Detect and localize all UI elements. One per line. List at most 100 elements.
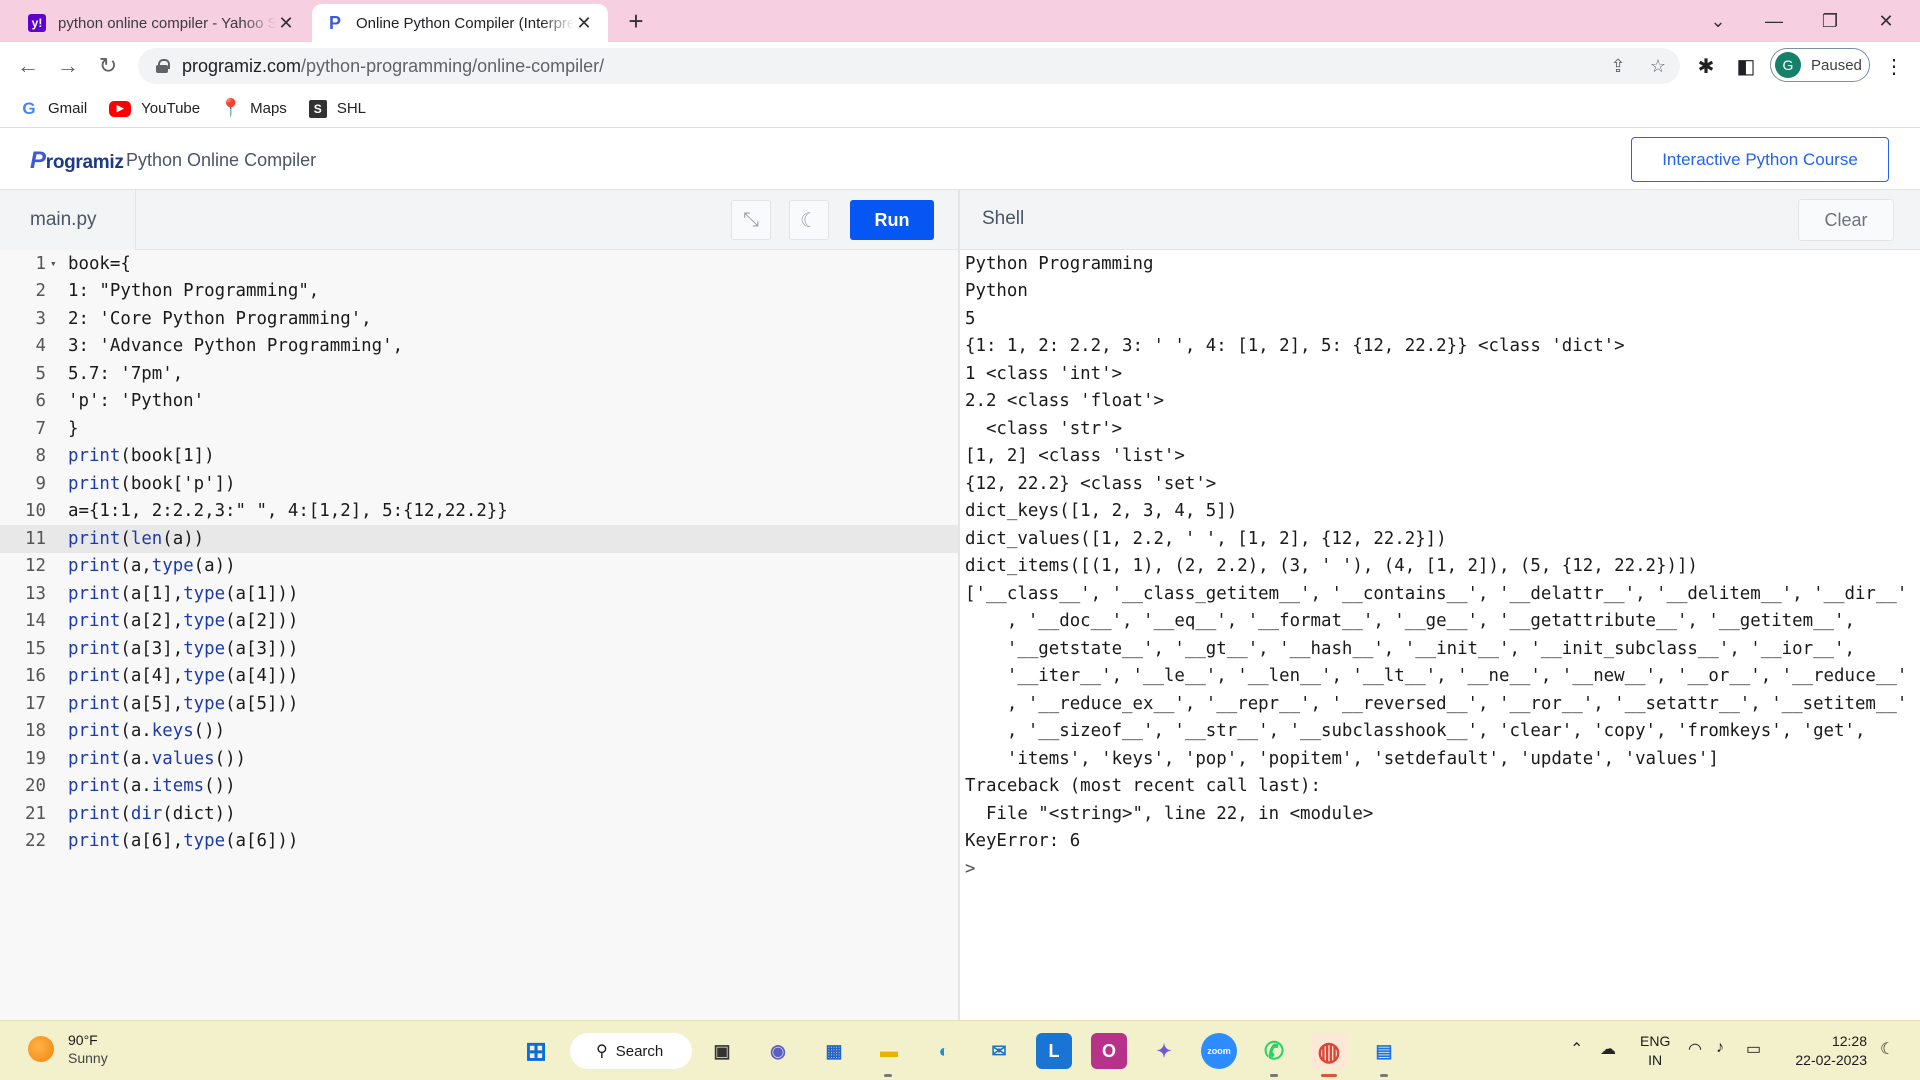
- code-text: print(a[3],type(a[3])): [68, 638, 299, 659]
- line-number: 16: [25, 666, 46, 687]
- line-number: 14: [25, 611, 46, 632]
- language-indicator[interactable]: ENG IN: [1640, 1032, 1670, 1070]
- extensions-puzzle-icon[interactable]: ✱: [1690, 50, 1722, 82]
- teams-chat-icon[interactable]: ◉: [760, 1033, 796, 1069]
- url-text[interactable]: programiz.com/python-programming/online-…: [182, 56, 604, 77]
- mail-icon[interactable]: ✉: [981, 1033, 1017, 1069]
- code-line[interactable]: 1 ▾ book={: [0, 250, 959, 278]
- app-o-icon[interactable]: O: [1091, 1033, 1127, 1069]
- dark-mode-moon-icon[interactable]: ☾: [789, 200, 829, 240]
- forward-arrow-icon[interactable]: →: [52, 50, 84, 82]
- share-icon[interactable]: ⇪: [1606, 54, 1630, 78]
- code-line[interactable]: 22 print(a[6],type(a[6])): [0, 828, 959, 856]
- output-line: Traceback (most recent call last):: [965, 776, 1321, 797]
- code-text: print(book['p']): [68, 473, 236, 494]
- store-icon[interactable]: ▦: [816, 1033, 852, 1069]
- chrome-icon[interactable]: ◍: [1311, 1033, 1347, 1069]
- code-line[interactable]: 9 print(book['p']): [0, 470, 959, 498]
- whatsapp-icon[interactable]: ✆: [1256, 1033, 1292, 1069]
- menu-kebab-icon[interactable]: ⋮: [1878, 50, 1910, 82]
- shell-output[interactable]: Python Programming Python 5 {1: 1, 2: 2.2, …: [960, 250, 1920, 1020]
- lens-app-icon[interactable]: L: [1036, 1033, 1072, 1069]
- code-line[interactable]: 3 2: 'Core Python Programming',: [0, 305, 959, 333]
- code-line[interactable]: 21 print(dir(dict)): [0, 800, 959, 828]
- focus-moon-icon[interactable]: ☾: [1880, 1039, 1894, 1059]
- code-line[interactable]: 4 3: 'Advance Python Programming',: [0, 333, 959, 361]
- battery-icon[interactable]: ▭: [1746, 1039, 1761, 1059]
- code-line[interactable]: 20 print(a.items()): [0, 773, 959, 801]
- code-line[interactable]: 10 a={1:1, 2:2.2,3:" ", 4:[1,2], 5:{12,22…: [0, 498, 959, 526]
- chevron-up-icon[interactable]: ⌃: [1570, 1039, 1583, 1059]
- restore-button[interactable]: ❐: [1802, 0, 1858, 42]
- bookmark-shl[interactable]: S SHL: [308, 99, 366, 118]
- volume-icon[interactable]: ♪: [1716, 1039, 1724, 1057]
- code-text: print(a[4],type(a[4])): [68, 666, 299, 687]
- code-text: 5.7: '7pm',: [68, 363, 184, 384]
- wifi-icon[interactable]: ◠: [1688, 1039, 1702, 1059]
- interactive-python-course-button[interactable]: Interactive Python Course: [1631, 137, 1889, 182]
- collapse-icon[interactable]: ⤡: [731, 200, 771, 240]
- line-number: 13: [25, 583, 46, 604]
- back-arrow-icon[interactable]: ←: [12, 50, 44, 82]
- run-button[interactable]: Run: [850, 200, 934, 240]
- output-line: , '__sizeof__', '__str__', '__subclassho…: [965, 721, 1866, 742]
- tab-yahoo-search[interactable]: y! python online compiler - Yahoo Search…: [14, 4, 310, 42]
- close-icon[interactable]: ✕: [574, 13, 594, 34]
- tab-search-chevron-icon[interactable]: ⌄: [1690, 0, 1746, 42]
- clear-button[interactable]: Clear: [1798, 199, 1894, 241]
- code-line[interactable]: 12 print(a,type(a)): [0, 553, 959, 581]
- copilot-icon[interactable]: ✦: [1146, 1033, 1182, 1069]
- minimize-button[interactable]: —: [1746, 0, 1802, 42]
- fold-arrow-icon[interactable]: ▾: [46, 257, 68, 270]
- code-line[interactable]: 7}: [0, 415, 959, 443]
- file-tab-main-py[interactable]: main.py: [0, 190, 136, 250]
- code-line[interactable]: 13 print(a[1],type(a[1])): [0, 580, 959, 608]
- code-editor[interactable]: 1 ▾ book={2 1: "Python Programming", 3 2: 'Co…: [0, 250, 959, 1020]
- code-line[interactable]: 2 1: "Python Programming",: [0, 278, 959, 306]
- bookmark-star-icon[interactable]: ☆: [1646, 54, 1670, 78]
- code-line[interactable]: 8 print(book[1]): [0, 443, 959, 471]
- profile-status: Paused: [1811, 56, 1862, 74]
- weather-widget[interactable]: 90°F Sunny: [28, 1031, 108, 1067]
- zoom-icon[interactable]: zoom: [1201, 1033, 1237, 1069]
- code-line[interactable]: 19 print(a.values()): [0, 745, 959, 773]
- code-line[interactable]: 14 print(a[2],type(a[2])): [0, 608, 959, 636]
- running-indicator: [1270, 1074, 1278, 1077]
- reload-icon[interactable]: ↻: [92, 50, 124, 82]
- lock-icon[interactable]: [156, 59, 170, 73]
- side-panel-icon[interactable]: ◧: [1730, 50, 1762, 82]
- system-clock[interactable]: 12:28 22-02-2023: [1783, 1032, 1867, 1070]
- output-line: dict_items([(1, 1), (2, 2.2), (3, ' '), …: [965, 556, 1698, 577]
- line-number: 12: [25, 556, 46, 577]
- notepad-icon[interactable]: ▤: [1366, 1033, 1402, 1069]
- bookmark-maps[interactable]: 📍 Maps: [220, 98, 287, 118]
- code-line[interactable]: 16 print(a[4],type(a[4])): [0, 663, 959, 691]
- code-line[interactable]: 17 print(a[5],type(a[5])): [0, 690, 959, 718]
- code-line[interactable]: 11 print(len(a)): [0, 525, 959, 553]
- code-line[interactable]: 5 5.7: '7pm',: [0, 360, 959, 388]
- output-line: 5: [965, 308, 976, 329]
- output-line: , '__doc__', '__eq__', '__format__', '__…: [965, 611, 1855, 632]
- profile-button[interactable]: G Paused: [1770, 48, 1870, 82]
- file-explorer-icon[interactable]: ▬: [871, 1033, 907, 1069]
- google-icon: G: [22, 98, 36, 118]
- task-view-icon[interactable]: ▣: [704, 1033, 740, 1069]
- code-line[interactable]: 6 'p': 'Python': [0, 388, 959, 416]
- programiz-logo[interactable]: Programiz: [30, 147, 124, 175]
- new-tab-button[interactable]: +: [620, 6, 652, 37]
- bookmark-gmail[interactable]: G Gmail: [20, 98, 87, 118]
- bookmark-youtube[interactable]: ▶ YouTube: [109, 100, 200, 117]
- address-bar[interactable]: programiz.com/python-programming/online-…: [138, 48, 1680, 84]
- code-text: print(a[2],type(a[2])): [68, 611, 299, 632]
- tab-programiz-compiler[interactable]: P Online Python Compiler (Interpreter) ✕: [312, 4, 608, 42]
- window-close-button[interactable]: ✕: [1858, 0, 1914, 42]
- edge-icon[interactable]: ◐: [926, 1033, 962, 1069]
- onedrive-cloud-icon[interactable]: ☁: [1600, 1039, 1616, 1059]
- code-line[interactable]: 15 print(a[3],type(a[3])): [0, 635, 959, 663]
- output-line: '__iter__', '__le__', '__len__', '__lt__…: [965, 666, 1908, 687]
- close-icon[interactable]: ✕: [276, 13, 296, 34]
- windows-start-icon[interactable]: ⊞: [518, 1033, 554, 1069]
- code-line[interactable]: 18 print(a.keys()): [0, 718, 959, 746]
- output-line: Python: [965, 281, 1028, 302]
- taskbar-search[interactable]: ⚲ Search: [570, 1033, 692, 1069]
